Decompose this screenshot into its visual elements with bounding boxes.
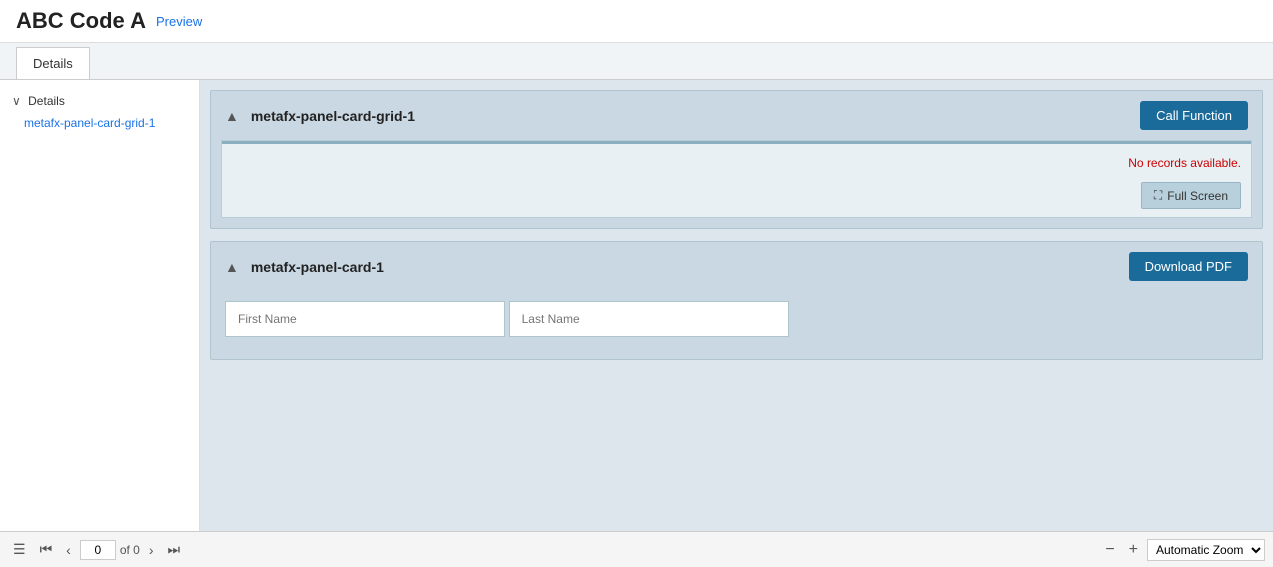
- bottom-toolbar: ☰ ⏮ ‹ of 0 › ⏭ − + Automatic Zoom 50% 75…: [0, 531, 1273, 567]
- sidebar-item-grid-1[interactable]: metafx-panel-card-grid-1: [0, 112, 199, 134]
- sidebar-section-details[interactable]: ∨ Details: [0, 90, 199, 112]
- panel-body-form-1: [211, 291, 1262, 359]
- preview-badge: Preview: [156, 14, 202, 29]
- next-page-button[interactable]: ›: [144, 538, 159, 562]
- collapse-icon-grid-1[interactable]: ▲: [225, 108, 239, 124]
- zoom-in-button[interactable]: +: [1124, 539, 1143, 561]
- fullscreen-button[interactable]: ⛶ Full Screen: [1141, 182, 1241, 209]
- zoom-select[interactable]: Automatic Zoom 50% 75% 100% 125% 150% 20…: [1147, 539, 1265, 561]
- tab-details[interactable]: Details: [16, 47, 90, 79]
- tab-bar: Details: [0, 43, 1273, 80]
- panel-body-grid-1: No records available. ⛶ Full Screen: [221, 140, 1252, 218]
- download-pdf-button[interactable]: Download PDF: [1129, 252, 1248, 281]
- sidebar-section-label: Details: [28, 94, 65, 108]
- panel-title-form-1: metafx-panel-card-1: [251, 259, 1117, 275]
- fullscreen-label: Full Screen: [1167, 189, 1228, 203]
- no-records-text: No records available.: [222, 148, 1251, 178]
- grid-divider: [222, 141, 1251, 144]
- sidebar: ∨ Details metafx-panel-card-grid-1: [0, 80, 200, 567]
- last-name-input[interactable]: [509, 301, 789, 337]
- fullscreen-btn-container: ⛶ Full Screen: [222, 178, 1251, 217]
- last-page-button[interactable]: ⏭: [163, 537, 186, 562]
- fullscreen-icon: ⛶: [1154, 188, 1162, 203]
- panel-card-form-1: ▲ metafx-panel-card-1 Download PDF: [210, 241, 1263, 360]
- prev-page-button[interactable]: ‹: [61, 538, 76, 562]
- zoom-out-button[interactable]: −: [1100, 539, 1119, 561]
- page-title: ABC Code A: [16, 8, 146, 34]
- collapse-icon-form-1[interactable]: ▲: [225, 259, 239, 275]
- top-header: ABC Code A Preview: [0, 0, 1273, 43]
- main-layout: ∨ Details metafx-panel-card-grid-1 ▲ met…: [0, 80, 1273, 567]
- first-page-button[interactable]: ⏮: [35, 537, 58, 562]
- page-number-input[interactable]: [80, 540, 116, 560]
- panel-header-grid-1: ▲ metafx-panel-card-grid-1 Call Function: [211, 91, 1262, 140]
- sidebar-toggle-icon: ∨: [12, 94, 21, 108]
- panel-card-grid-1: ▲ metafx-panel-card-grid-1 Call Function…: [210, 90, 1263, 229]
- panel-title-grid-1: metafx-panel-card-grid-1: [251, 108, 1128, 124]
- call-function-button[interactable]: Call Function: [1140, 101, 1248, 130]
- first-name-input[interactable]: [225, 301, 505, 337]
- menu-button[interactable]: ☰: [8, 537, 31, 562]
- page-of-text: of 0: [120, 543, 140, 557]
- panel-header-form-1: ▲ metafx-panel-card-1 Download PDF: [211, 242, 1262, 291]
- content-area: ▲ metafx-panel-card-grid-1 Call Function…: [200, 80, 1273, 567]
